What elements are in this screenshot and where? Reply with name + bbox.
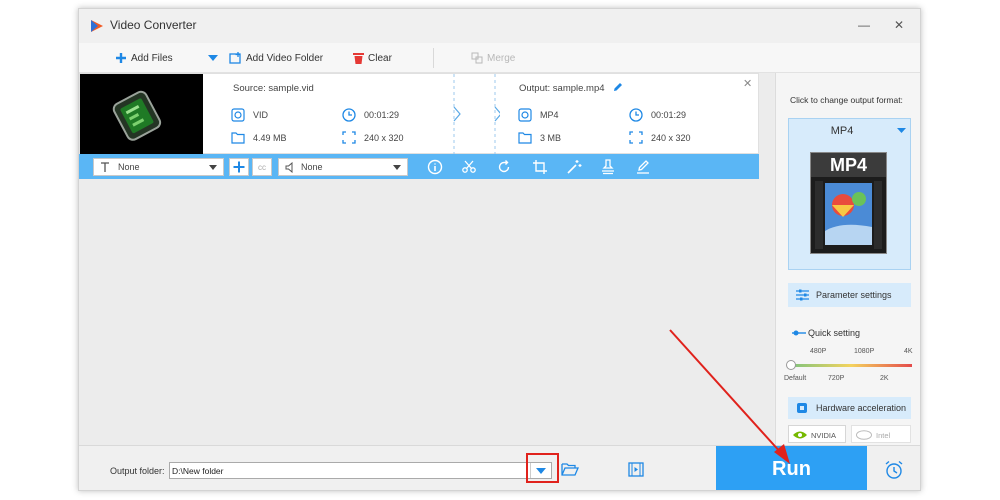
speaker-icon	[285, 161, 293, 173]
crop-icon[interactable]	[532, 159, 548, 175]
output-size: 3 MB	[540, 133, 562, 143]
nvidia-label: NVIDIA	[811, 431, 837, 440]
open-folder-icon[interactable]	[561, 462, 579, 477]
format-icon	[518, 108, 532, 122]
mp4-format-icon: MP4	[810, 152, 887, 254]
video-thumbnail[interactable]	[80, 74, 203, 155]
remove-file-close-icon[interactable]: ✕	[743, 77, 752, 90]
toolbar-divider	[433, 48, 434, 68]
watermark-stamp-icon[interactable]	[600, 159, 616, 175]
subtitle-value: None	[118, 162, 140, 172]
hardware-acceleration-label: Hardware acceleration	[816, 403, 907, 413]
output-folder-input[interactable]	[169, 462, 552, 479]
resolution-icon	[342, 131, 356, 144]
file-size-icon	[518, 132, 532, 144]
add-files-dropdown-icon[interactable]	[208, 55, 218, 62]
quality-slider-track[interactable]	[790, 364, 912, 367]
convert-arrow-icon	[453, 74, 500, 155]
clear-label: Clear	[368, 52, 392, 64]
video-frame-image	[80, 74, 203, 155]
source-duration: 00:01:29	[364, 110, 400, 120]
merge-icon	[471, 52, 483, 64]
audio-dropdown-icon	[393, 165, 401, 170]
clear-button[interactable]: Clear	[353, 51, 392, 65]
app-logo-icon	[91, 20, 103, 32]
source-filename: Source: sample.vid	[233, 83, 314, 94]
clock-icon	[629, 108, 643, 122]
output-format: MP4	[540, 110, 559, 120]
change-format-label: Click to change output format:	[790, 95, 903, 105]
intel-option[interactable]: Intel	[851, 425, 911, 443]
parameter-settings-button[interactable]: Parameter settings	[788, 283, 911, 307]
output-resolution: 240 x 320	[651, 133, 691, 143]
format-icon	[231, 108, 245, 122]
info-icon[interactable]	[427, 159, 443, 175]
text-icon	[101, 161, 109, 172]
audio-value: None	[301, 162, 323, 172]
plus-icon	[116, 53, 126, 63]
minimize-button[interactable]: —	[858, 19, 870, 31]
subtitle-select[interactable]: None	[93, 158, 224, 176]
annotation-highlight-box	[526, 453, 559, 483]
rotate-icon[interactable]	[496, 159, 512, 175]
title-bar: Video Converter — ✕	[79, 9, 920, 43]
add-subtitle-button[interactable]	[229, 158, 249, 176]
add-files-button[interactable]: Add Files	[115, 51, 173, 65]
quality-4k-label: 4K	[904, 348, 913, 355]
merge-label: Merge	[487, 52, 516, 64]
trash-icon	[353, 53, 364, 64]
file-item[interactable]: Source: sample.vid VID 00:01:29 4.49 MB …	[79, 73, 759, 155]
format-badge: MP4	[811, 153, 886, 177]
quality-1080p-label: 1080P	[854, 348, 875, 355]
file-size-icon	[231, 132, 245, 144]
add-video-folder-label: Add Video Folder	[246, 52, 324, 64]
alarm-clock-icon[interactable]	[884, 460, 904, 480]
source-format: VID	[253, 110, 269, 120]
output-folder-label: Output folder:	[110, 466, 165, 476]
video-folder-icon[interactable]	[628, 462, 644, 477]
cc-icon: cc	[258, 162, 266, 172]
clock-icon	[342, 108, 356, 122]
merge-button[interactable]: Merge	[471, 51, 515, 65]
format-selector[interactable]: MP4 MP4	[788, 118, 911, 270]
audio-select[interactable]: None	[278, 158, 408, 176]
output-filename: Output: sample.mp4	[519, 83, 605, 94]
quality-720p-label: 720P	[828, 375, 845, 382]
edit-pencil-icon[interactable]	[612, 81, 624, 93]
close-button[interactable]: ✕	[894, 19, 904, 31]
quality-480p-label: 480P	[810, 348, 827, 355]
quality-2k-label: 2K	[880, 375, 889, 382]
format-name: MP4	[830, 125, 854, 137]
scissors-icon[interactable]	[461, 159, 477, 175]
effects-wand-icon[interactable]	[566, 159, 582, 175]
quick-setting-label: Quick setting	[808, 328, 861, 338]
intel-logo-icon	[856, 430, 872, 440]
folder-plus-icon	[229, 52, 241, 64]
edit-note-icon[interactable]	[635, 159, 651, 175]
film-strip-image	[811, 177, 886, 253]
cc-button[interactable]: cc	[252, 158, 272, 176]
add-files-label: Add Files	[131, 52, 173, 64]
edit-bar: None cc None	[79, 154, 759, 179]
app-title: Video Converter	[110, 18, 197, 32]
sliders-icon	[796, 289, 809, 301]
add-video-folder-button[interactable]: Add Video Folder	[229, 51, 323, 65]
parameter-settings-label: Parameter settings	[816, 290, 892, 300]
output-duration: 00:01:29	[651, 110, 687, 120]
hardware-acceleration-toggle[interactable]: Hardware acceleration	[788, 397, 911, 419]
plus-icon	[233, 161, 245, 173]
toolbar: Add Files Add Video Folder Clear Merge	[79, 43, 920, 73]
source-resolution: 240 x 320	[364, 133, 404, 143]
source-size: 4.49 MB	[253, 133, 287, 143]
resolution-icon	[629, 131, 643, 144]
intel-label: Intel	[876, 431, 891, 440]
subtitle-dropdown-icon	[209, 165, 217, 170]
annotation-arrow-icon	[669, 329, 790, 464]
format-dropdown-icon	[897, 128, 906, 133]
